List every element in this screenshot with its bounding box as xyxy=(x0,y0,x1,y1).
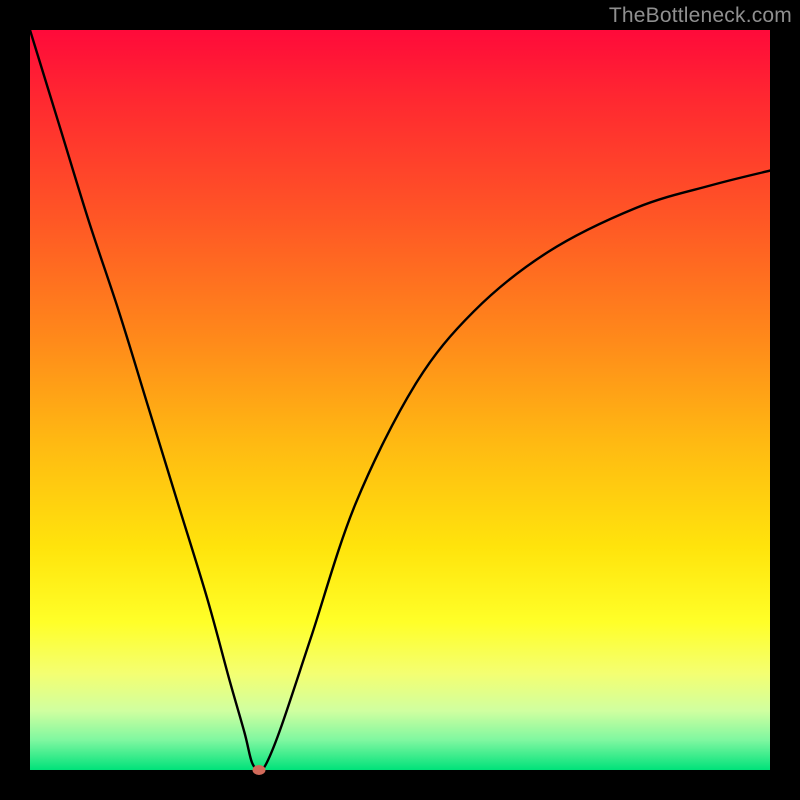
watermark-text: TheBottleneck.com xyxy=(609,4,792,28)
chart-stage: TheBottleneck.com xyxy=(0,0,800,800)
plot-area xyxy=(30,30,770,770)
curve-svg xyxy=(30,30,770,770)
minimum-marker xyxy=(253,765,266,775)
curve-path xyxy=(30,30,770,770)
